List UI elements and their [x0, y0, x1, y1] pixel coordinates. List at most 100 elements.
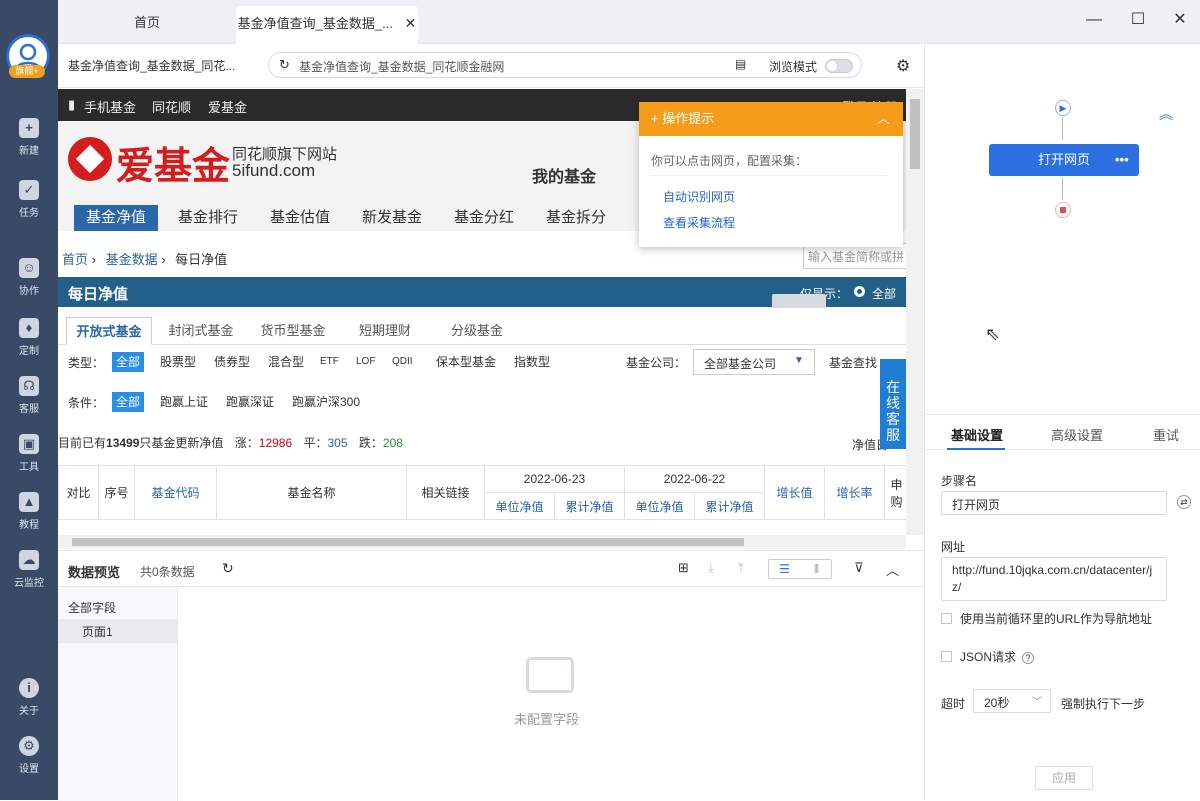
open-page-node[interactable]: 打开网页 •••: [989, 144, 1139, 176]
browse-mode-label: 浏览模式: [769, 60, 818, 74]
close-window-icon[interactable]: ✕: [1168, 10, 1192, 30]
workflow-canvas[interactable]: ▶ ︽ 打开网页 ••• ⇖: [925, 44, 1200, 414]
type-lof[interactable]: LOF: [352, 352, 379, 372]
tab-home[interactable]: 首页: [58, 6, 236, 44]
upload-icon[interactable]: ⤒: [738, 560, 744, 576]
nav-fund-nav[interactable]: 基金净值: [74, 205, 159, 231]
collapse-flow-icon[interactable]: ︽: [1159, 104, 1173, 124]
type-index[interactable]: 指数型: [510, 352, 554, 372]
sidebar-item-new[interactable]: + 新建: [0, 118, 58, 157]
topnav-ths[interactable]: 同花顺: [152, 97, 191, 116]
type-bond[interactable]: 债券型: [210, 352, 254, 372]
url-bar[interactable]: ↻ 基金净值查询_基金数据_同花顺金融网 ▤ 浏览模式: [268, 52, 862, 78]
col-growth-rate[interactable]: 增长率: [824, 465, 885, 520]
timeout-select[interactable]: 20秒 ﹀: [973, 689, 1051, 713]
toggle-icon[interactable]: ⇄: [1177, 495, 1191, 509]
close-tab-icon[interactable]: ✕: [405, 15, 417, 31]
sidebar-item-settings[interactable]: ⚙ 设置: [0, 736, 58, 775]
sidebar-item-tools[interactable]: ▣ 工具: [0, 434, 58, 473]
my-fund-link[interactable]: 我的基金: [532, 163, 596, 187]
vertical-scrollbar[interactable]: [906, 89, 924, 535]
list-view-icon[interactable]: ☰: [769, 560, 800, 578]
sidebar-item-cloud-monitor[interactable]: ☁ 云监控: [0, 550, 58, 589]
type-guaranteed[interactable]: 保本型基金: [432, 352, 500, 372]
type-stock[interactable]: 股票型: [156, 352, 200, 372]
url-input[interactable]: http://fund.10jqka.com.cn/datacenter/jz/: [941, 557, 1167, 601]
sidebar-item-tutorial[interactable]: ▲ 教程: [0, 492, 58, 531]
all-fields-item[interactable]: 全部字段: [68, 599, 116, 616]
refresh-icon[interactable]: ↻: [279, 57, 290, 73]
nav-split[interactable]: 基金拆分: [534, 205, 618, 231]
sidebar-item-collaborate[interactable]: ☺ 协作: [0, 258, 58, 297]
nav-new-fund[interactable]: 新发基金: [350, 205, 434, 231]
sidebar-item-task[interactable]: ✓ 任务: [0, 180, 58, 219]
auto-detect-link[interactable]: 自动识别网页: [663, 188, 735, 205]
type-all[interactable]: 全部: [112, 352, 145, 372]
minimize-icon[interactable]: —: [1082, 10, 1106, 30]
vertical-scroll-thumb[interactable]: [910, 99, 920, 169]
topnav-mobile-fund[interactable]: 手机基金: [84, 97, 136, 116]
type-etf[interactable]: ETF: [316, 352, 343, 372]
tab-retry[interactable]: 重试: [1153, 425, 1179, 444]
maximize-icon[interactable]: ☐: [1126, 10, 1150, 30]
cond-all[interactable]: 全部: [112, 392, 145, 412]
nav-fund-rank[interactable]: 基金排行: [166, 205, 250, 231]
tab-money-fund[interactable]: 货币型基金: [250, 317, 336, 345]
online-service-widget[interactable]: 在线客服: [880, 359, 906, 449]
breadcrumb-fund-data[interactable]: 基金数据: [106, 252, 158, 267]
horizontal-scroll-thumb[interactable]: [72, 538, 744, 546]
col-acc-nav-1[interactable]: 累计净值: [554, 492, 625, 520]
col-growth[interactable]: 增长值: [764, 465, 825, 520]
node-more-icon[interactable]: •••: [1115, 144, 1129, 176]
sidebar-item-about[interactable]: i 关于: [0, 678, 58, 717]
nav-dividend[interactable]: 基金分红: [442, 205, 526, 231]
breadcrumb-home[interactable]: 首页: [62, 252, 88, 267]
help-icon[interactable]: ?: [1022, 652, 1035, 664]
refresh-icon[interactable]: ↻: [222, 560, 234, 577]
column-view-icon[interactable]: ⦀: [801, 560, 832, 578]
add-field-icon[interactable]: ⊞: [678, 560, 689, 576]
page1-item[interactable]: 页面1: [58, 619, 178, 643]
settings-gear-icon[interactable]: ⚙: [896, 56, 910, 76]
start-node-icon[interactable]: ▶: [1055, 100, 1071, 116]
horizontal-scrollbar[interactable]: [58, 535, 906, 549]
col-fund-code[interactable]: 基金代码: [134, 465, 217, 520]
col-acc-nav-2[interactable]: 累计净值: [694, 492, 765, 520]
tab-open-fund[interactable]: 开放式基金: [66, 317, 152, 345]
col-unit-nav-1[interactable]: 单位净值: [484, 492, 555, 520]
export-icon[interactable]: ⤓: [708, 560, 714, 576]
tab-advanced-settings[interactable]: 高级设置: [1051, 425, 1103, 444]
apply-button[interactable]: 应用: [1035, 766, 1093, 790]
type-qdii[interactable]: QDII: [388, 352, 417, 372]
sidebar-item-support[interactable]: ☊ 客服: [0, 376, 58, 415]
tab-short-term[interactable]: 短期理财: [342, 317, 428, 345]
filter-icon[interactable]: ⊽: [854, 560, 864, 576]
sidebar-item-custom[interactable]: ♦ 定制: [0, 318, 58, 357]
end-node-icon[interactable]: [1055, 202, 1071, 218]
nav-fund-estimate[interactable]: 基金估值: [258, 205, 342, 231]
page-icon[interactable]: ▤: [735, 57, 746, 71]
tab-closed-fund[interactable]: 封闭式基金: [158, 317, 244, 345]
cond-beat-sz[interactable]: 跑赢深证: [222, 392, 278, 412]
tab-fund-nav[interactable]: 基金净值查询_基金数据_... ✕: [236, 6, 418, 44]
cond-beat-sh[interactable]: 跑赢上证: [156, 392, 212, 412]
browse-mode-toggle[interactable]: [825, 59, 853, 73]
col-unit-nav-2[interactable]: 单位净值: [624, 492, 695, 520]
view-flow-link[interactable]: 查看采集流程: [663, 214, 735, 231]
drag-handle[interactable]: [772, 294, 826, 308]
logo-text[interactable]: 爱基金: [116, 135, 230, 190]
tab-graded-fund[interactable]: 分级基金: [434, 317, 520, 345]
topnav-ifund[interactable]: 爱基金: [208, 97, 247, 116]
collapse-icon[interactable]: ︿: [877, 102, 890, 136]
cond-beat-hs300[interactable]: 跑赢沪深300: [288, 392, 364, 412]
json-request-checkbox[interactable]: JSON请求?: [941, 648, 1035, 665]
step-name-input[interactable]: 打开网页: [941, 491, 1167, 515]
show-all-radio[interactable]: [854, 286, 865, 297]
company-select[interactable]: 全部基金公司 ▼: [693, 349, 815, 375]
collapse-preview-icon[interactable]: ︿: [886, 560, 899, 579]
data-preview-panel: 数据预览 共0条数据 ↻ ⊞ ⤓ ⤒ ☰ ⦀ ⊽ ︿ 全部字段 页面1 未配置字…: [58, 550, 924, 801]
type-mixed[interactable]: 混合型: [264, 352, 308, 372]
tab-basic-settings[interactable]: 基础设置: [951, 425, 1003, 444]
loop-url-checkbox[interactable]: 使用当前循环里的URL作为导航地址: [941, 610, 1152, 627]
col-subscribe: 申购: [884, 465, 909, 520]
